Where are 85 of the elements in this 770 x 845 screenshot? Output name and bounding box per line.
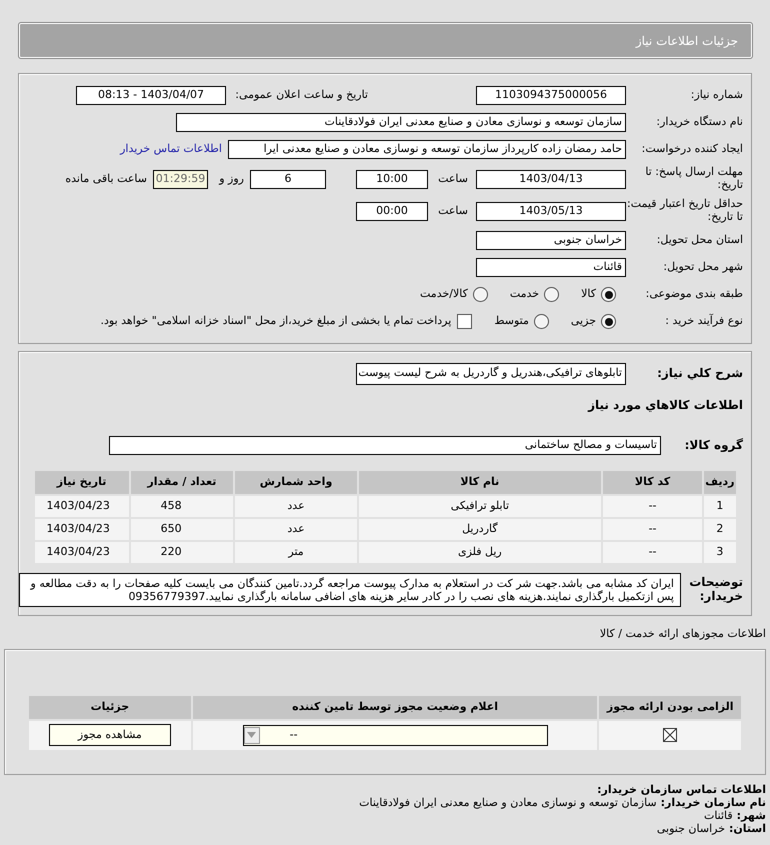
section-heading: اطلاعات کالاهاي مورد نياز [588, 396, 744, 414]
table-cell: عدد [235, 519, 357, 540]
text-field[interactable]: 1403/04/13 [476, 170, 626, 188]
column-header: ردیف [704, 471, 736, 494]
radio-button[interactable] [544, 287, 560, 302]
table-cell: -- [602, 542, 702, 563]
countdown-field[interactable]: 01:29:59 [153, 170, 208, 188]
radio-button[interactable] [534, 314, 549, 329]
time-label: ساعت [437, 170, 469, 187]
radio-button[interactable] [601, 287, 616, 302]
table-cell: 1403/04/23 [34, 542, 129, 563]
text-field[interactable]: 00:00 [356, 202, 428, 220]
table-cell: 2 [704, 519, 736, 540]
field-label: تاریخ و ساعت اعلان عمومی: [234, 89, 369, 102]
field-label: شماره نیاز: [690, 89, 744, 102]
contact-value: سازمان توسعه و نوسازی معادن و صنایع معدنی ایران فولادقاینات [359, 796, 657, 810]
table-cell: 458 [130, 496, 234, 517]
text-field[interactable]: 10:00 [356, 170, 428, 188]
view-permit-button[interactable]: مشاهده مجوز [48, 724, 171, 746]
column-header: اعلام وضعیت مجوز توسط تامین کننده [192, 696, 598, 719]
text-field[interactable]: حامد رمضان زاده کارپرداز سازمان توسعه و نوسازی معادن و صنایع معدنی ایرا [228, 140, 626, 159]
text-field[interactable]: 1103094375000056 [476, 86, 626, 105]
text-field[interactable]: تاسیسات و مصالح ساختمانی [109, 436, 661, 455]
table-cell: عدد [235, 496, 357, 517]
contact-label: نام سازمان خریدار: [660, 796, 766, 810]
field-label: استان محل تحویل: [656, 234, 744, 247]
option-label: خدمت [510, 286, 540, 302]
status-dropdown[interactable]: -- [242, 724, 548, 746]
field-label: حداقل تاریخ اعتبار قیمت: تا تاریخ: [626, 198, 744, 224]
field-label: شرح کلي نياز: [656, 366, 744, 380]
option-label: کالا/خدمت [420, 286, 468, 302]
field-label: مهلت ارسال پاسخ: تا تاریخ: [644, 166, 744, 192]
column-header: جزئیات [29, 696, 191, 719]
option-label: متوسط [494, 313, 529, 330]
table-cell: ریل فلزی [358, 542, 601, 563]
column-header: تاریخ نیاز [34, 471, 129, 494]
notes-text: ایران کد مشابه می باشد.جهت شر کت در استعلام به مدارک پیوست مراجعه گردد.تامین کنندگان می بایست کلیه صفحات را به دقت مطالعه و پس ازتکمیل بارگذاری نمایند.هزینه های نصب را در کادر سایر هزینه های اضافی سامانه بارگذاری نمایید.09356779397 [19, 573, 681, 608]
radio-button[interactable] [601, 314, 616, 329]
time-label: ساعت [437, 202, 469, 219]
page-title: جزئیات اطلاعات نیاز [636, 32, 738, 50]
column-header: نام کالا [358, 471, 601, 494]
section-title: اطلاعات مجوزهای ارائه خدمت / کالا [600, 626, 766, 642]
checkbox-label: پرداخت تمام یا بخشی از مبلغ خرید،از محل "اسناد خزانه اسلامی" خواهد بود. [100, 313, 452, 330]
table-cell: 650 [130, 519, 234, 540]
field-label: نام دستگاه خریدار: [655, 116, 744, 129]
text-field[interactable]: 1403/05/13 [476, 202, 626, 220]
column-header: الزامی بودن ارائه مجوز [599, 696, 741, 719]
table-cell: تابلو ترافیکی [358, 496, 601, 517]
field-label: طبقه بندی موضوعی: [644, 288, 744, 301]
text-field[interactable]: 6 [250, 170, 326, 188]
text-field[interactable]: تابلوهای ترافیکی،هندریل و گاردریل به شرح لیست پیوست [356, 362, 626, 384]
text-field[interactable]: خراسان جنوبی [476, 231, 626, 250]
option-label: کالا [581, 286, 596, 302]
contact-label: شهر: [736, 809, 766, 822]
table-cell: 1 [704, 496, 736, 517]
text-field[interactable]: قائنات [476, 258, 626, 277]
field-label: نوع فرآیند خرید : [664, 315, 744, 328]
table-cell: 1403/04/23 [34, 496, 129, 517]
remaining-label: ساعت باقی مانده [65, 170, 148, 187]
field-label: گروه کالا: [684, 438, 744, 452]
text-field[interactable]: 1403/04/07 - 08:13 [76, 86, 226, 105]
contact-heading: اطلاعات تماس سازمان خریدار: [596, 782, 766, 796]
field-label: توضیحات خریدار: [688, 576, 744, 604]
table-cell: 1403/04/23 [34, 519, 129, 540]
contact-value: خراسان جنوبی [656, 822, 725, 836]
table-cell: متر [235, 542, 357, 563]
contact-label: استان: [729, 822, 766, 836]
table-cell: -- [602, 519, 702, 540]
text-field[interactable]: سازمان توسعه و نوسازی معادن و صنایع معدنی ایران فولادقاینات [176, 113, 626, 132]
field-label: ایجاد کننده درخواست: [640, 143, 744, 156]
column-header: واحد شمارش [235, 471, 357, 494]
table-cell: -- [602, 496, 702, 517]
table-cell: 220 [130, 542, 234, 563]
contact-value: قائنات [704, 809, 733, 822]
table-cell: 3 [704, 542, 736, 563]
field-label: شهر محل تحویل: [662, 261, 744, 274]
dropdown-arrow-icon [247, 732, 256, 738]
table-cell: گاردریل [358, 519, 601, 540]
option-label: جزیی [570, 313, 596, 330]
days-label: روز و [218, 170, 245, 187]
column-header: کد کالا [602, 471, 702, 494]
contact-link[interactable]: اطلاعات تماس خریدار [120, 141, 222, 158]
radio-button[interactable] [472, 287, 488, 302]
checkbox[interactable] [457, 314, 472, 329]
column-header: تعداد / مقدار [130, 471, 234, 494]
